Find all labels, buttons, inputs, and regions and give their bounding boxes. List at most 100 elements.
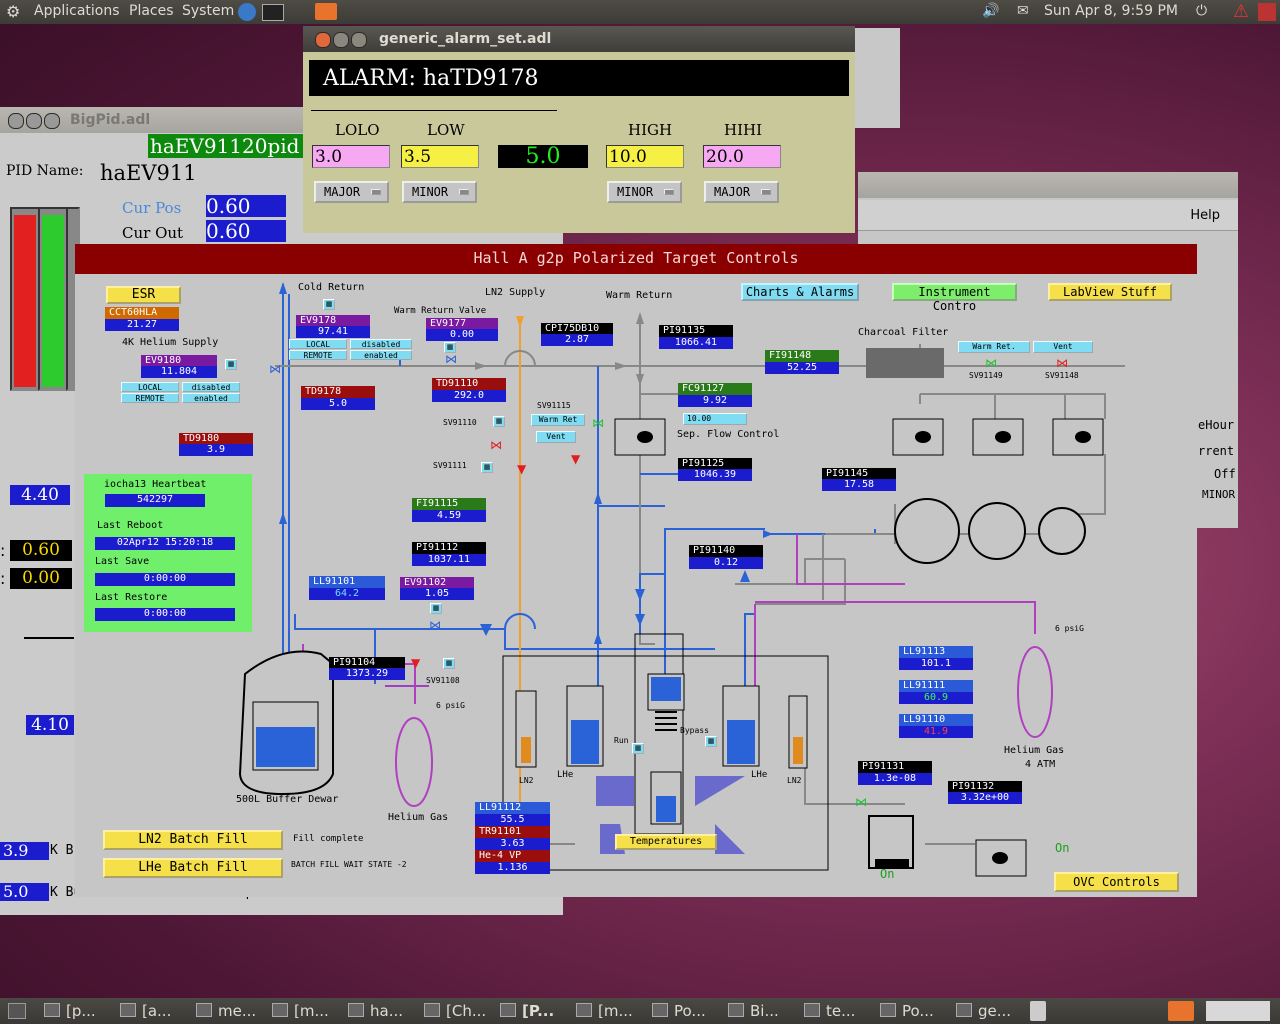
folder-icon[interactable] [1168, 1001, 1194, 1021]
minimize-icon[interactable] [333, 32, 349, 48]
taskbar-item[interactable]: [Ch... [424, 1002, 486, 1020]
mail-icon[interactable]: ✉ [1017, 3, 1029, 19]
warm-ret-button-2[interactable]: Warm Ret [531, 414, 585, 426]
help-menu[interactable]: Help [1190, 208, 1220, 223]
taskbar-item[interactable]: ge... [956, 1002, 1011, 1020]
trash-icon[interactable] [1030, 1001, 1046, 1021]
remote-toggle-1[interactable]: REMOTE [289, 350, 347, 360]
browser-icon[interactable] [238, 3, 256, 21]
menu-places[interactable]: Places [129, 3, 174, 19]
taskbar-item[interactable]: [m... [576, 1002, 633, 1020]
charts-alarms-button[interactable]: Charts & Alarms [741, 283, 859, 301]
related-display-icon[interactable]: ▦ [632, 743, 644, 754]
enabled-toggle-1[interactable]: enabled [350, 350, 412, 360]
taskbar-item[interactable]: Po... [652, 1002, 706, 1020]
hihi-input[interactable]: 20.0 [703, 145, 781, 168]
clock[interactable]: Sun Apr 8, 9:59 PM [1044, 3, 1178, 19]
high-severity-menu[interactable]: MINOR [607, 181, 682, 203]
power-icon[interactable]: ⏻ [1196, 3, 1207, 19]
valve-green-icon[interactable]: ⋈ [592, 416, 604, 430]
valve-red-icon[interactable]: ▼ [411, 656, 420, 670]
related-display-icon[interactable]: ▦ [323, 299, 335, 310]
pv-header-pi91135: PI91135 [659, 325, 733, 337]
temperatures-button[interactable]: Temperatures [615, 834, 717, 850]
warm-ret-button[interactable]: Warm Ret. [958, 341, 1030, 353]
close-icon[interactable] [8, 113, 24, 129]
pv-value-pi91104: 1373.29 [329, 668, 405, 680]
pv-header-pi91131: PI91131 [858, 761, 932, 773]
related-display-icon[interactable]: ▦ [493, 416, 505, 427]
related-display-icon[interactable]: ▦ [443, 658, 455, 669]
vent-button[interactable]: Vent [1033, 341, 1093, 353]
related-display-icon[interactable]: ▦ [481, 462, 493, 473]
lhe-batch-fill-button[interactable]: LHe Batch Fill [103, 858, 283, 878]
label-current: rrent [1198, 444, 1235, 458]
taskbar-item[interactable]: [p... [44, 1002, 96, 1020]
volume-icon[interactable]: 🔊 [982, 3, 999, 19]
lolo-input[interactable]: 3.0 [312, 145, 390, 168]
terminal-icon[interactable] [262, 4, 284, 21]
label-sv91149: SV91149 [969, 371, 1003, 380]
valve-green-icon[interactable]: ⋈ [855, 795, 867, 809]
low-severity-menu[interactable]: MINOR [402, 181, 477, 203]
remote-toggle-2[interactable]: REMOTE [121, 393, 179, 403]
pv-value-pi91140: 0.12 [689, 557, 763, 569]
taskbar-item[interactable]: [m... [272, 1002, 329, 1020]
ln2-batch-fill-button[interactable]: LN2 Batch Fill [103, 830, 283, 850]
disabled-toggle-1[interactable]: disabled [350, 339, 412, 349]
alert-icon[interactable]: ⚠ [1233, 1, 1249, 22]
taskbar-item[interactable]: te... [804, 1002, 855, 1020]
update-icon[interactable] [1258, 3, 1276, 21]
menu-system[interactable]: System [182, 3, 234, 19]
valve-red-icon[interactable]: ▼ [571, 452, 580, 466]
label-fill-complete: Fill complete [293, 834, 364, 844]
labview-button[interactable]: LabView Stuff [1048, 283, 1172, 301]
lolo-severity-menu[interactable]: MAJOR [314, 181, 389, 203]
disabled-toggle-2[interactable]: disabled [182, 382, 240, 392]
enabled-toggle-2[interactable]: enabled [182, 393, 240, 403]
high-input[interactable]: 10.0 [606, 145, 684, 168]
ubuntu-logo-icon[interactable]: ⚙ [6, 2, 20, 21]
related-display-icon[interactable]: ▦ [705, 736, 717, 747]
back-right-titlebar[interactable] [858, 172, 1238, 198]
taskbar-item[interactable]: [a... [120, 1002, 171, 1020]
local-toggle-2[interactable]: LOCAL [121, 382, 179, 392]
close-icon[interactable] [315, 32, 331, 48]
valve-red-icon[interactable]: ⋈ [490, 438, 502, 452]
vent-button-2[interactable]: Vent [536, 431, 576, 443]
lolo-label: LOLO [335, 121, 380, 139]
taskbar-item[interactable]: me... [196, 1002, 256, 1020]
window-icon [804, 1003, 820, 1017]
pv-header-tr91101: TR91101 [475, 826, 550, 838]
alarm-titlebar[interactable]: generic_alarm_set.adl [303, 26, 855, 52]
ovc-controls-button[interactable]: OVC Controls [1054, 872, 1179, 892]
workspace-switcher[interactable] [1206, 1001, 1270, 1021]
valve-green-icon[interactable]: ⋈ [985, 356, 997, 370]
valve-red-icon[interactable]: ▼ [517, 462, 526, 476]
valve-icon[interactable]: ⋈ [445, 352, 457, 366]
menu-applications[interactable]: Applications [34, 3, 120, 19]
label-ln2-a: LN2 [519, 776, 534, 785]
fc91127-setpoint-input[interactable]: 10.00 [683, 413, 747, 425]
label-sv91110: SV91110 [443, 418, 477, 427]
taskbar-item[interactable]: Po... [880, 1002, 934, 1020]
valve-red-icon[interactable]: ⋈ [1056, 356, 1068, 370]
hihi-severity-menu[interactable]: MAJOR [704, 181, 779, 203]
related-display-icon[interactable]: ▦ [430, 603, 442, 614]
esr-button[interactable]: ESR [106, 286, 181, 304]
valve-icon[interactable]: ⋈ [429, 618, 441, 632]
low-input[interactable]: 3.5 [401, 145, 479, 168]
taskbar-item[interactable]: ha... [348, 1002, 403, 1020]
related-display-icon[interactable]: ▦ [225, 359, 237, 370]
taskbar-item[interactable]: Bi... [728, 1002, 779, 1020]
maximize-icon[interactable] [351, 32, 367, 48]
folder-icon[interactable] [315, 3, 337, 20]
valve-icon[interactable]: ⋈ [269, 362, 281, 376]
label-minor: MINOR [1202, 488, 1236, 501]
instrument-control-button[interactable]: Instrument Contro [892, 283, 1017, 313]
maximize-icon[interactable] [44, 113, 60, 129]
show-desktop-icon[interactable] [8, 1003, 26, 1019]
minimize-icon[interactable] [26, 113, 42, 129]
taskbar-item-active[interactable]: [P... [500, 1002, 554, 1020]
local-toggle-1[interactable]: LOCAL [289, 339, 347, 349]
